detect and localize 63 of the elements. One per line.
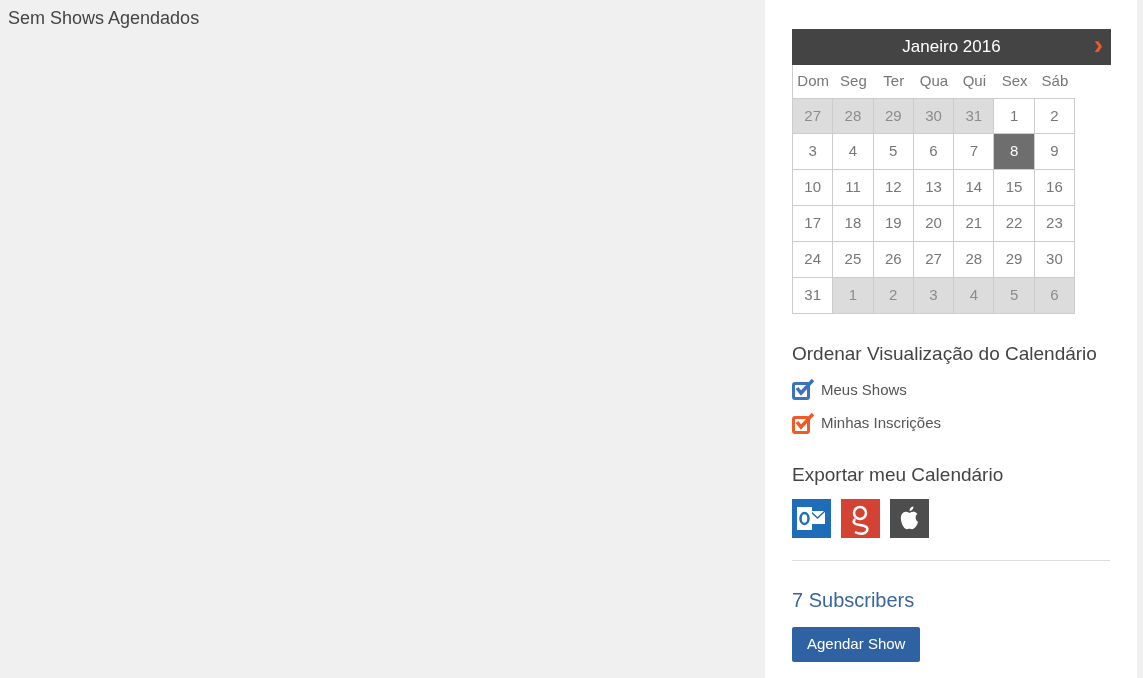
day-cell[interactable]: 12: [873, 170, 914, 206]
outlook-icon[interactable]: [792, 499, 831, 538]
day-cell[interactable]: 26: [873, 242, 914, 278]
month-title: Janeiro 2016: [902, 36, 1001, 59]
day-cell[interactable]: 23: [1034, 206, 1076, 242]
day-cell[interactable]: 3: [793, 134, 834, 170]
day-cell[interactable]: 14: [954, 170, 995, 206]
day-cell[interactable]: 29: [873, 98, 914, 134]
weekday-label: Sáb: [1040, 71, 1070, 92]
weekday-label: Seg: [839, 71, 868, 92]
day-cell[interactable]: 11: [833, 170, 874, 206]
day-cell[interactable]: 20: [913, 206, 955, 242]
section-heading: Exportar meu Calendário: [792, 462, 1005, 487]
day-cell[interactable]: 3: [913, 278, 955, 314]
google-icon[interactable]: [841, 499, 880, 538]
day-cell[interactable]: 27: [913, 242, 955, 278]
day-cell[interactable]: 22: [994, 206, 1035, 242]
day-cell[interactable]: 5: [994, 278, 1035, 314]
day-cell[interactable]: 18: [833, 206, 874, 242]
weekday-label: Qua: [918, 71, 950, 92]
day-cell[interactable]: 16: [1034, 170, 1076, 206]
day-cell[interactable]: 1: [994, 98, 1035, 134]
schedule-show-button[interactable]: Agendar Show: [792, 627, 921, 662]
day-cell[interactable]: 15: [994, 170, 1035, 206]
day-cell[interactable]: 13: [913, 170, 955, 206]
day-cell[interactable]: 28: [954, 242, 995, 278]
day-cell[interactable]: 19: [873, 206, 914, 242]
day-cell[interactable]: 30: [1034, 242, 1076, 278]
day-cell[interactable]: 21: [954, 206, 995, 242]
day-cell[interactable]: 9: [1034, 134, 1076, 170]
day-cell[interactable]: 31: [954, 98, 995, 134]
day-cell[interactable]: 6: [913, 134, 955, 170]
weekday-label: Dom: [796, 71, 830, 92]
day-cell[interactable]: 2: [1034, 98, 1076, 134]
day-cell[interactable]: 29: [994, 242, 1035, 278]
day-cell[interactable]: 7: [954, 134, 995, 170]
checkbox-icon[interactable]: [792, 379, 815, 401]
next-month-button[interactable]: ›: [1089, 31, 1107, 59]
section-heading: Ordenar Visualização do Calendário: [792, 342, 1098, 366]
day-cell[interactable]: 25: [833, 242, 874, 278]
day-cell[interactable]: 30: [913, 98, 955, 134]
day-cell[interactable]: 5: [873, 134, 914, 170]
option-label: Meus Shows: [821, 379, 907, 400]
day-cell[interactable]: 6: [1034, 278, 1076, 314]
day-cell[interactable]: 17: [793, 206, 834, 242]
day-cell[interactable]: 1: [833, 278, 874, 314]
day-cell[interactable]: 4: [833, 134, 874, 170]
day-cell[interactable]: 31: [793, 278, 834, 314]
weekday-label: Qui: [961, 71, 987, 92]
day-cell[interactable]: 28: [833, 98, 874, 134]
day-cell[interactable]: 10: [793, 170, 834, 206]
checkbox-icon[interactable]: [792, 412, 815, 434]
day-cell[interactable]: 2: [873, 278, 914, 314]
day-cell[interactable]: 8: [994, 134, 1035, 170]
day-cell[interactable]: 24: [793, 242, 834, 278]
weekday-label: Ter: [882, 71, 906, 92]
day-cell[interactable]: 4: [954, 278, 995, 314]
weekday-label: Sex: [1000, 71, 1029, 92]
subscribers-link[interactable]: 7 Subscribers: [792, 585, 1110, 615]
option-label: Minhas Inscrições: [821, 413, 942, 433]
day-cell[interactable]: 27: [793, 98, 834, 134]
apple-icon[interactable]: [890, 499, 929, 538]
empty-message: Sem Shows Agendados: [8, 7, 201, 30]
